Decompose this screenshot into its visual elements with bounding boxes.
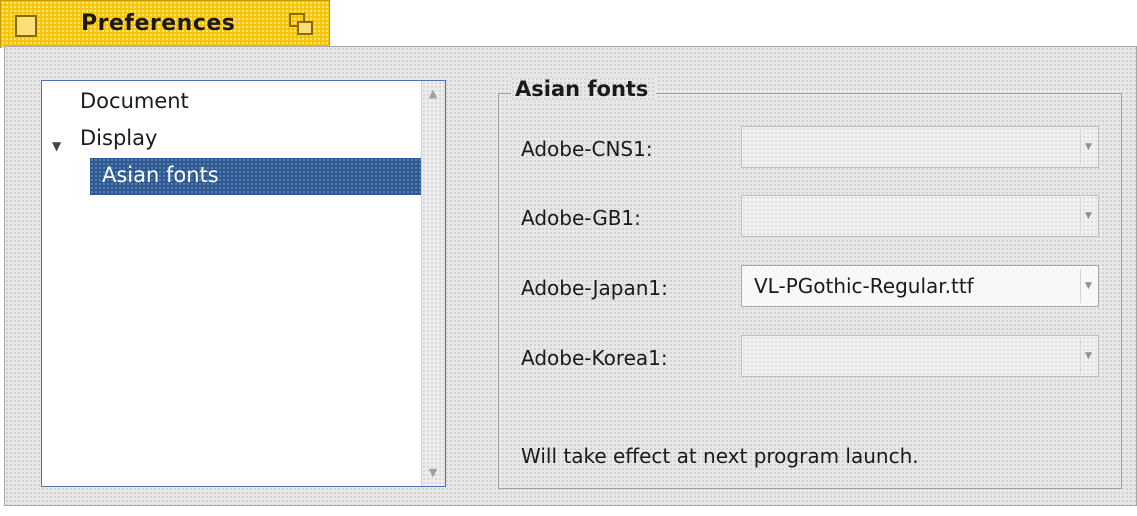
- close-box-icon[interactable]: [15, 15, 37, 37]
- cns1-label: Adobe-CNS1:: [521, 137, 653, 161]
- tree-scrollbar[interactable]: ▲ ▼: [421, 81, 445, 486]
- zoom-icon[interactable]: [289, 13, 315, 37]
- scroll-up-icon[interactable]: ▲: [426, 87, 440, 101]
- korea1-label: Adobe-Korea1:: [521, 346, 668, 370]
- scroll-down-icon[interactable]: ▼: [426, 466, 440, 480]
- category-tree[interactable]: Document ▼ Display Asian fonts ▲ ▼: [41, 80, 446, 487]
- window-tab[interactable]: Preferences: [0, 0, 330, 48]
- tree-item-document[interactable]: Document: [80, 89, 189, 113]
- korea1-select[interactable]: ▼: [741, 335, 1099, 377]
- chevron-down-icon[interactable]: ▼: [1080, 269, 1096, 303]
- tree-item-label: Asian fonts: [102, 163, 219, 187]
- chevron-down-icon[interactable]: ▼: [1080, 339, 1096, 373]
- preferences-window: Document ▼ Display Asian fonts ▲ ▼ Asian…: [4, 46, 1137, 506]
- chevron-down-icon[interactable]: ▼: [1080, 199, 1096, 233]
- japan1-label: Adobe-Japan1:: [521, 276, 668, 300]
- group-title: Asian fonts: [511, 77, 657, 101]
- tree-item-display[interactable]: Display: [80, 126, 157, 150]
- japan1-value: VL-PGothic-Regular.ttf: [754, 274, 974, 298]
- window-title: Preferences: [81, 11, 236, 36]
- chevron-down-icon[interactable]: ▼: [1080, 130, 1096, 164]
- tree-item-asian-fonts[interactable]: Asian fonts: [90, 158, 445, 195]
- restart-note: Will take effect at next program launch.: [521, 444, 919, 468]
- chevron-down-icon[interactable]: ▼: [52, 139, 61, 153]
- asian-fonts-group: Asian fonts Adobe-CNS1: ▼ Adobe-GB1: ▼ A…: [498, 77, 1122, 489]
- cns1-select[interactable]: ▼: [741, 126, 1099, 168]
- gb1-select[interactable]: ▼: [741, 195, 1099, 237]
- japan1-select[interactable]: VL-PGothic-Regular.ttf ▼: [741, 265, 1099, 307]
- gb1-label: Adobe-GB1:: [521, 206, 641, 230]
